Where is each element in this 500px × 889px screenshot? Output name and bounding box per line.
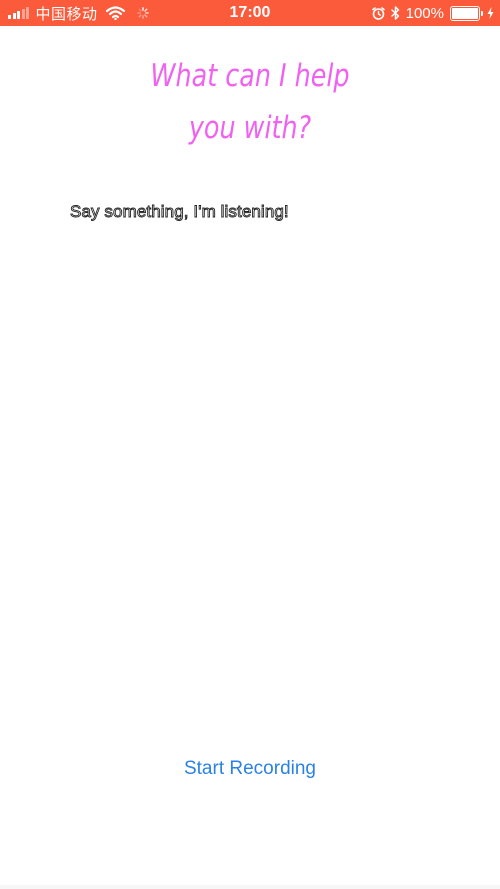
battery-percent: 100% [405,4,444,22]
speech-screen: 中国移动 17:00 100% What can I help you with… [0,0,500,889]
bluetooth-icon [390,6,400,20]
battery-icon [450,5,483,21]
title-line-1: What can I help [150,58,350,94]
start-recording-button[interactable]: Start Recording [160,756,340,782]
transcript-text: Say something, I'm listening! [70,202,290,222]
bottom-divider [0,885,500,889]
title-line-2: you with? [188,110,312,146]
charging-icon [487,7,494,19]
status-bar: 中国移动 17:00 100% [0,0,500,26]
alarm-icon [371,6,385,20]
status-right: 100% [371,0,494,26]
page-title: What can I help you with? [45,50,455,154]
